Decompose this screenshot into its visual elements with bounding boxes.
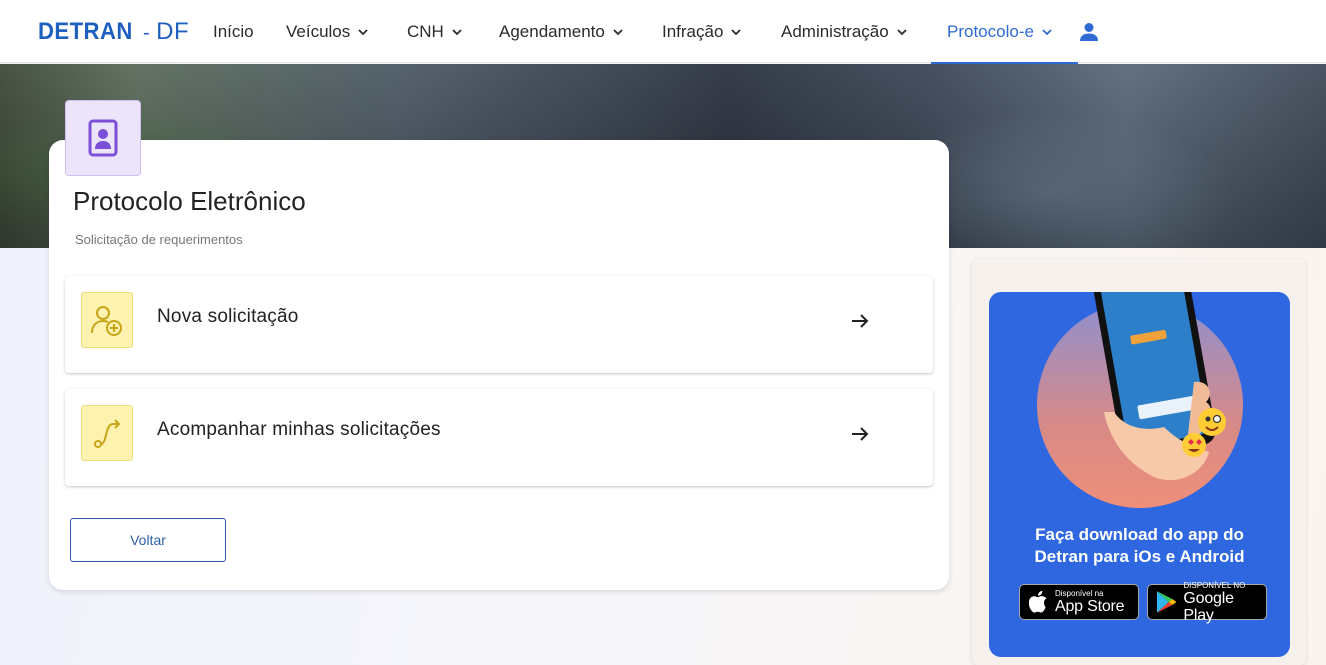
app-store-small-label: Disponível na <box>1055 589 1104 598</box>
nav-item-label: Veículos <box>286 21 351 41</box>
google-play-icon <box>1156 591 1177 613</box>
detran-logo[interactable]: DETRAN - DF <box>38 18 189 46</box>
nav-item-veiculos[interactable]: Veículos <box>286 0 407 63</box>
chevron-down-icon <box>897 28 907 35</box>
nav-item-label: Administração <box>781 21 889 41</box>
nav-item-protocolo-e[interactable]: Protocolo-e <box>931 0 1078 64</box>
option-label: Acompanhar minhas solicitações <box>157 419 441 440</box>
promo-line-2: Detran para iOs e Android <box>1034 547 1245 566</box>
chevron-down-icon <box>452 28 462 35</box>
user-plus-icon <box>81 292 133 348</box>
chevron-down-icon <box>613 28 623 35</box>
nav-item-label: Protocolo-e <box>947 21 1034 41</box>
app-store-button[interactable]: Disponível na App Store <box>1019 584 1139 620</box>
logo-brand: DETRAN <box>38 18 133 45</box>
nav-item-administracao[interactable]: Administração <box>781 0 947 63</box>
id-badge-icon <box>65 100 141 176</box>
page-title: Protocolo Eletrônico <box>73 186 306 216</box>
nav-item-cnh[interactable]: CNH <box>407 0 499 63</box>
chevron-down-icon <box>1042 28 1052 35</box>
google-play-label: Google Play <box>1183 589 1234 624</box>
app-store-label: App Store <box>1055 598 1125 615</box>
phone-in-hand-illustration <box>1092 292 1226 481</box>
logo-separator: - <box>143 22 151 44</box>
route-icon <box>81 405 133 461</box>
app-promo-card: Faça download do app do Detran para iOs … <box>989 292 1290 657</box>
nav-item-label: Infração <box>662 21 724 41</box>
promo-line-1: Faça download do app do <box>1035 525 1244 544</box>
nav-item-label: CNH <box>407 21 444 41</box>
back-button[interactable]: Voltar <box>70 518 226 562</box>
track-requests-option[interactable]: Acompanhar minhas solicitações <box>65 389 933 486</box>
main-menu: Início Veículos CNH Agendamento Infração… <box>213 0 1078 64</box>
nav-item-infracao[interactable]: Infração <box>662 0 781 63</box>
nav-item-label: Início <box>213 21 254 41</box>
nav-item-agendamento[interactable]: Agendamento <box>499 0 662 63</box>
google-play-button[interactable]: DISPONÍVEL NO Google Play <box>1147 580 1267 624</box>
chevron-down-icon <box>731 28 742 35</box>
chevron-down-icon <box>358 28 368 35</box>
google-play-small-label: DISPONÍVEL NO <box>1183 580 1246 590</box>
arrow-right-icon <box>852 314 869 328</box>
apple-icon <box>1029 590 1047 613</box>
option-label: Nova solicitação <box>157 306 299 327</box>
logo-state: DF <box>156 18 190 45</box>
new-request-option[interactable]: Nova solicitação <box>65 276 933 373</box>
nav-item-label: Agendamento <box>499 21 605 41</box>
promo-text: Faça download do app do Detran para iOs … <box>989 524 1290 568</box>
page-subtitle: Solicitação de requerimentos <box>75 232 243 247</box>
top-navbar: DETRAN - DF Início Veículos CNH Agendame… <box>0 0 1326 64</box>
nav-item-inicio[interactable]: Início <box>213 0 286 63</box>
user-icon[interactable] <box>1078 21 1100 43</box>
arrow-right-icon <box>852 427 869 441</box>
